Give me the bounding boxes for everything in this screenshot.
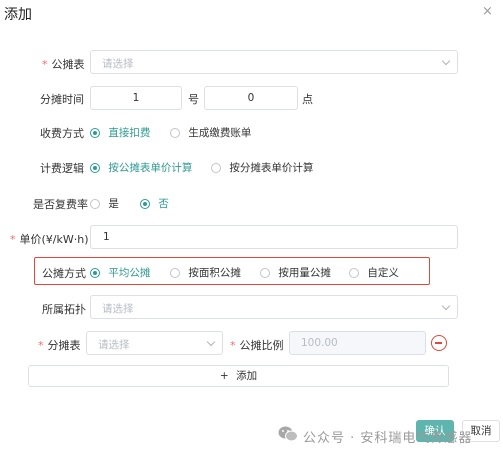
radio-multi-rate-no[interactable]: 否 [140, 196, 169, 211]
close-icon[interactable]: × [482, 4, 493, 19]
radio-checked-icon [140, 199, 150, 209]
add-row-button[interactable]: + 添加 [28, 365, 449, 387]
plus-icon: + [219, 370, 229, 382]
calc-logic-label: 计费逻辑 [40, 162, 84, 175]
share-day-input[interactable]: 1 [90, 86, 182, 110]
chevron-down-icon [441, 56, 451, 66]
wechat-icon [278, 426, 298, 442]
radio-unchecked-icon [260, 268, 270, 278]
radio-unchecked-icon [211, 163, 221, 173]
radio-unchecked-icon [170, 268, 180, 278]
radio-by-sub-table-price[interactable]: 按分摊表单价计算 [211, 160, 313, 175]
radio-by-share-table-price[interactable]: 按公摊表单价计算 [90, 160, 192, 175]
radio-generate-bill[interactable]: 生成缴费账单 [170, 125, 251, 140]
radio-checked-icon [90, 268, 100, 278]
share-table-select[interactable]: 请选择 [90, 50, 458, 74]
unit-price-input[interactable]: 1 [90, 225, 458, 249]
share-table-label: * 公摊表 [42, 58, 85, 71]
radio-direct-charge[interactable]: 直接扣费 [90, 125, 150, 140]
multi-rate-label: 是否复费率 [33, 198, 88, 211]
remove-row-icon[interactable] [431, 335, 447, 351]
radio-checked-icon [90, 163, 100, 173]
share-time-label: 分摊时间 [40, 93, 84, 106]
ratio-label: * 公摊比例 [230, 339, 284, 352]
sub-table-label: * 分摊表 [38, 339, 81, 352]
ratio-input[interactable]: 100.00 [289, 331, 426, 355]
watermark-text: 公众号 · 安科瑞电气传感器 [303, 431, 473, 446]
day-unit: 号 [188, 93, 199, 106]
radio-unchecked-icon [349, 268, 359, 278]
share-hour-input[interactable]: 0 [204, 86, 298, 110]
radio-multi-rate-yes[interactable]: 是 [90, 196, 119, 211]
dialog-title: 添加 [4, 7, 32, 23]
topology-label: 所属拓扑 [42, 303, 86, 316]
charge-method-label: 收费方式 [40, 127, 84, 140]
unit-price-label: * 单价(¥/kW·h) [10, 233, 89, 246]
radio-share-by-usage[interactable]: 按用量公摊 [260, 265, 331, 280]
share-table-placeholder: 请选择 [102, 58, 134, 70]
chevron-down-icon [206, 337, 216, 347]
radio-average-share[interactable]: 平均公摊 [90, 265, 150, 280]
radio-share-by-area[interactable]: 按面积公摊 [170, 265, 241, 280]
radio-checked-icon [90, 128, 100, 138]
topology-select[interactable]: 请选择 [90, 295, 458, 319]
radio-unchecked-icon [170, 128, 180, 138]
radio-custom[interactable]: 自定义 [349, 265, 399, 280]
chevron-down-icon [441, 301, 451, 311]
hour-unit: 点 [302, 93, 313, 106]
share-method-label: 公摊方式 [42, 267, 86, 280]
radio-unchecked-icon [90, 199, 100, 209]
sub-table-select[interactable]: 请选择 [86, 331, 223, 355]
